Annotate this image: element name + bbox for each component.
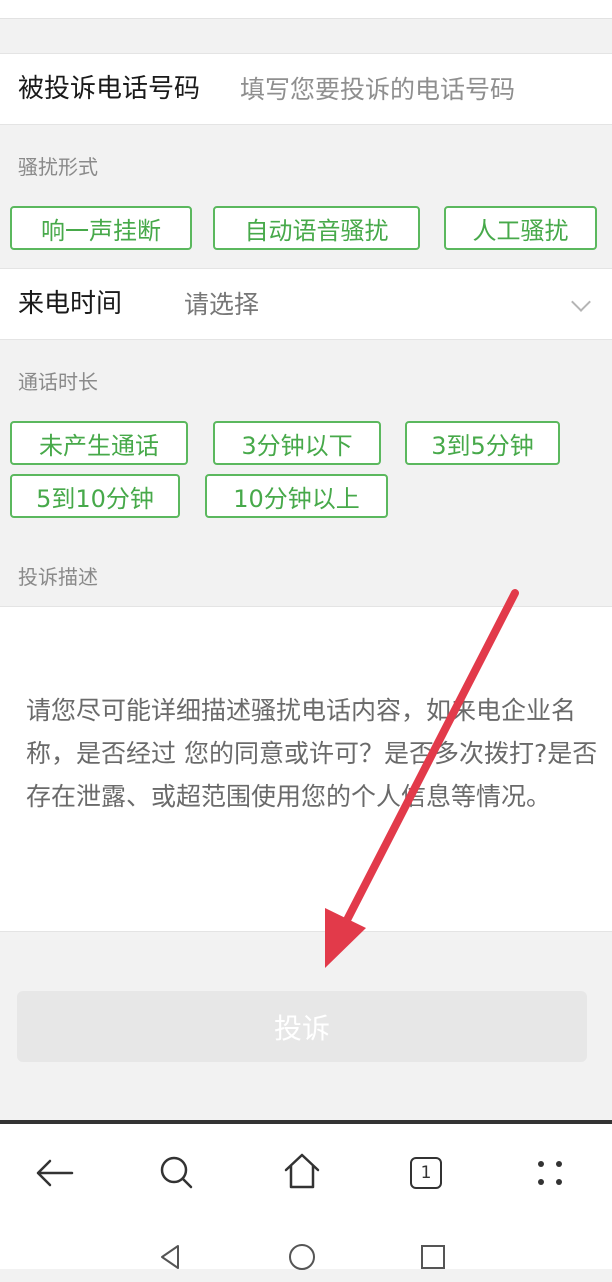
more-icon[interactable] — [525, 1148, 575, 1198]
browser-toolbar: 1 — [0, 1124, 612, 1270]
home-circle-icon[interactable] — [277, 1232, 327, 1282]
back-triangle-icon[interactable] — [146, 1232, 196, 1282]
home-icon[interactable] — [277, 1146, 327, 1196]
back-arrow-icon[interactable] — [29, 1148, 79, 1198]
search-icon[interactable] — [152, 1148, 202, 1198]
tab-count: 1 — [410, 1157, 442, 1189]
tabs-icon[interactable]: 1 — [401, 1148, 451, 1198]
annotation-arrow — [325, 589, 519, 968]
recents-square-icon[interactable] — [408, 1232, 458, 1282]
